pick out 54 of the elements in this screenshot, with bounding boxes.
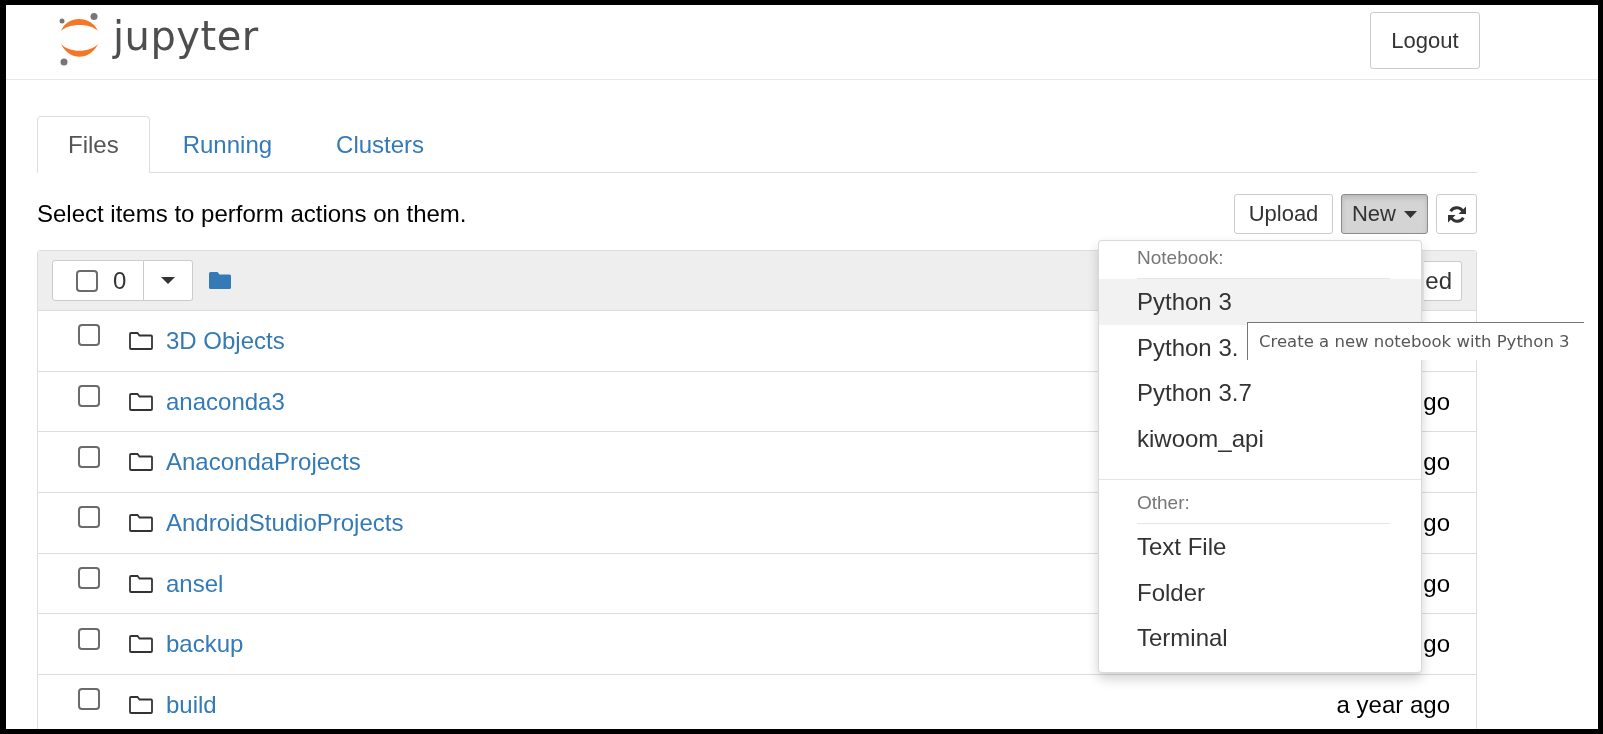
- checkbox[interactable]: [78, 567, 100, 590]
- menu-item[interactable]: Text File: [1099, 524, 1421, 570]
- upload-button[interactable]: Upload: [1234, 194, 1333, 234]
- modified-time: a year ago: [1336, 690, 1450, 719]
- checkbox[interactable]: [78, 506, 100, 529]
- menu-section-header: Notebook:: [1136, 247, 1225, 269]
- folder-link[interactable]: anaconda3: [166, 387, 285, 416]
- logo-text: jupyter: [113, 13, 259, 59]
- checkbox[interactable]: [78, 688, 100, 711]
- select-menu-button[interactable]: [144, 260, 193, 301]
- instruction-text: Select items to perform actions on them.: [37, 200, 467, 228]
- menu-item[interactable]: Python 3: [1099, 279, 1421, 325]
- menu-item[interactable]: Terminal: [1099, 615, 1421, 661]
- refresh-button[interactable]: [1436, 194, 1477, 234]
- select-all-button[interactable]: 0: [52, 260, 144, 301]
- menu-item[interactable]: Python 3.7: [1099, 370, 1421, 416]
- refresh-icon: [1446, 204, 1467, 224]
- menu-section-header: Other:: [1136, 492, 1191, 514]
- checkbox[interactable]: [78, 385, 100, 408]
- caret-icon: [1404, 210, 1417, 218]
- folder-icon: [129, 453, 153, 472]
- menu-item[interactable]: kiwoom_api: [1099, 415, 1421, 461]
- menu-item[interactable]: Folder: [1099, 569, 1421, 615]
- folder-link[interactable]: ansel: [166, 569, 224, 598]
- modified-time: go: [1423, 448, 1450, 477]
- logo-icon: [57, 13, 101, 66]
- folder-icon[interactable]: [209, 272, 231, 289]
- modified-time: go: [1423, 630, 1450, 659]
- folder-link[interactable]: 3D Objects: [166, 326, 285, 355]
- column-header-button[interactable]: ed: [1424, 260, 1462, 301]
- checkbox[interactable]: [78, 324, 100, 347]
- folder-link[interactable]: backup: [166, 630, 244, 659]
- folder-icon: [129, 392, 153, 411]
- tab[interactable]: Clusters: [305, 116, 456, 173]
- tab[interactable]: Files: [37, 116, 150, 173]
- tooltip: Create a new notebook with Python 3: [1247, 322, 1584, 360]
- folder-icon: [129, 695, 153, 714]
- modified-time: go: [1423, 569, 1450, 598]
- modified-time: go: [1423, 508, 1450, 537]
- folder-link[interactable]: AnacondaProjects: [166, 448, 361, 477]
- checkbox[interactable]: [78, 445, 100, 468]
- folder-link[interactable]: AndroidStudioProjects: [166, 508, 404, 537]
- logout-button[interactable]: Logout: [1370, 12, 1480, 69]
- folder-link[interactable]: build: [166, 690, 217, 719]
- folder-icon: [129, 331, 153, 350]
- tab[interactable]: Running: [151, 116, 304, 173]
- folder-icon: [129, 635, 153, 654]
- checkbox[interactable]: [76, 269, 98, 292]
- folder-icon: [129, 574, 153, 593]
- modified-time: go: [1423, 387, 1450, 416]
- caret-icon: [161, 277, 175, 284]
- new-button[interactable]: New: [1341, 194, 1428, 234]
- folder-icon: [129, 513, 153, 532]
- checkbox[interactable]: [78, 627, 100, 650]
